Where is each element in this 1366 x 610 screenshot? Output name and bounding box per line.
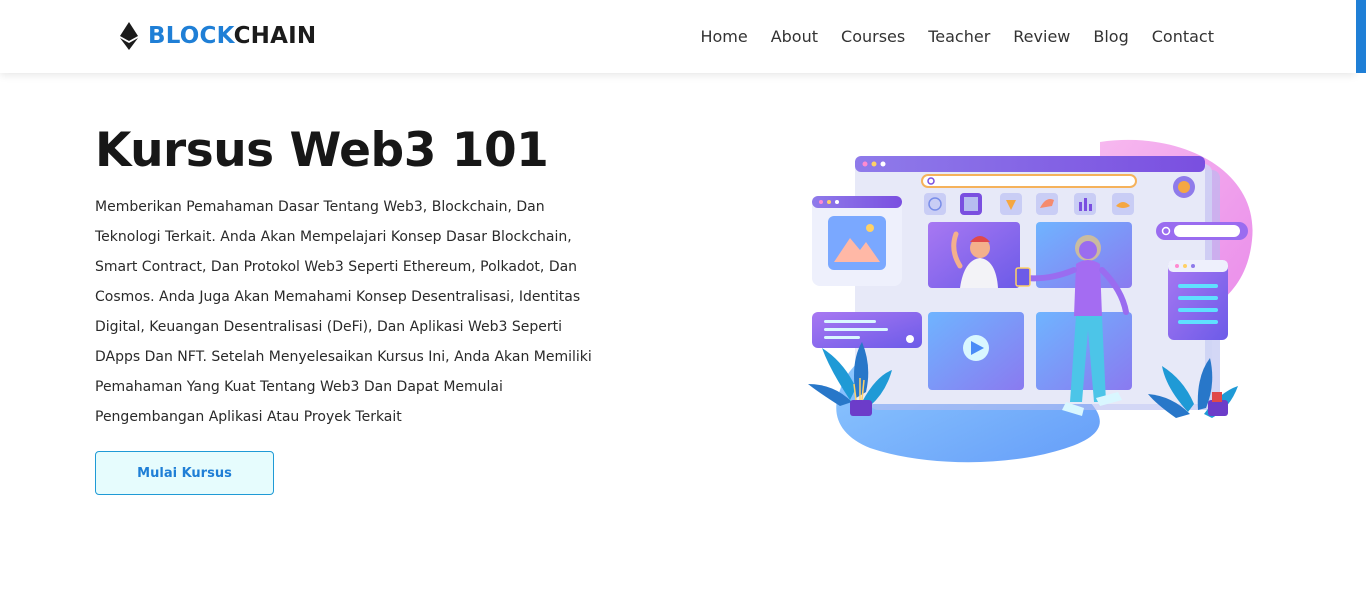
hero-title: Kursus Web3 101 bbox=[95, 123, 549, 178]
nav-blog[interactable]: Blog bbox=[1093, 26, 1128, 48]
nav-review[interactable]: Review bbox=[1013, 26, 1070, 48]
brand-name-part1: BLOCK bbox=[148, 23, 234, 49]
text-card bbox=[812, 312, 922, 348]
brand-logo[interactable]: BLOCKCHAIN bbox=[120, 21, 316, 51]
nav-home[interactable]: Home bbox=[700, 26, 747, 48]
brand-name: BLOCKCHAIN bbox=[148, 21, 316, 51]
page-scrollbar[interactable] bbox=[1356, 0, 1366, 73]
list-panel bbox=[1168, 260, 1228, 340]
ethereum-icon bbox=[120, 22, 138, 50]
start-course-button[interactable]: Mulai Kursus bbox=[95, 451, 274, 495]
nav-contact[interactable]: Contact bbox=[1152, 26, 1214, 48]
web3-hero-illustration bbox=[808, 139, 1253, 463]
nav-about[interactable]: About bbox=[771, 26, 818, 48]
navbar: BLOCKCHAIN Home About Courses Teacher Re… bbox=[0, 0, 1356, 73]
main-nav: Home About Courses Teacher Review Blog C… bbox=[700, 26, 1214, 48]
nav-courses[interactable]: Courses bbox=[841, 26, 905, 48]
nav-teacher[interactable]: Teacher bbox=[928, 26, 990, 48]
image-card bbox=[812, 196, 902, 286]
brand-name-part2: CHAIN bbox=[233, 23, 317, 49]
hero-description: Memberikan Pemahaman Dasar Tentang Web3,… bbox=[95, 199, 592, 425]
